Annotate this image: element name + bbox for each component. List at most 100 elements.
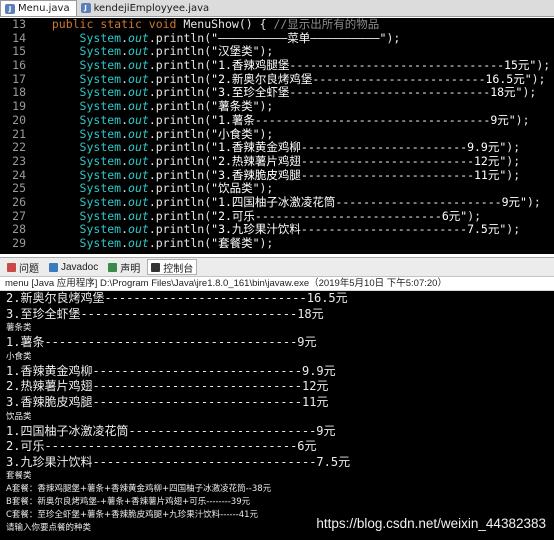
code-string: "汉堡类": [211, 44, 260, 59]
code-class: System: [79, 181, 122, 196]
code-punct: );: [531, 71, 546, 86]
code-punct: );: [536, 58, 551, 73]
code-text: System.out.println("1.薯条----------------…: [38, 112, 530, 128]
code-class: System: [79, 167, 122, 182]
code-line: 23 System.out.println("2.热辣薯片鸡翅---------…: [0, 153, 554, 169]
javadoc-icon: [49, 262, 58, 272]
code-class: System: [79, 236, 122, 250]
code-string: "2.热辣薯片鸡翅-------------------------12元": [211, 153, 507, 168]
code-method: println(: [155, 194, 212, 209]
code-class: System: [79, 99, 122, 114]
code-editor[interactable]: 13 public static void MenuShow() { //显示出…: [0, 18, 554, 254]
code-text: System.out.println("3.九珍果汁饮料------------…: [38, 222, 521, 237]
console-line: 2.可乐-----------------------------------6…: [6, 439, 317, 454]
code-punct: );: [506, 167, 521, 182]
code-punct: .: [121, 126, 129, 141]
code-method: println(: [155, 99, 212, 114]
code-line: 14 System.out.println("——————————菜单—————…: [0, 30, 554, 46]
code-punct: .: [121, 140, 129, 155]
line-number: 18: [12, 85, 26, 100]
code-class: System: [79, 222, 122, 237]
view-tab-label: 声明: [120, 263, 141, 275]
code-punct: );: [526, 194, 541, 209]
java-file-icon: J: [5, 3, 15, 14]
code-line: 15 System.out.println("汉堡类");: [0, 45, 554, 59]
code-line: 22 System.out.println("1.香辣黄金鸡柳---------…: [0, 140, 554, 155]
code-text: System.out.println("1.香辣黄金鸡柳------------…: [38, 140, 521, 155]
view-tab[interactable]: 控制台: [147, 259, 198, 275]
code-string: "薯条类": [211, 99, 260, 114]
code-field: out: [128, 140, 149, 155]
view-tab[interactable]: 声明: [105, 259, 143, 275]
code-text: System.out.println("3.香辣脆皮鸡腿------------…: [38, 167, 521, 183]
code-method: println(: [155, 181, 212, 196]
code-class: System: [79, 112, 122, 127]
declaration-icon: [108, 262, 118, 272]
code-line: 16 System.out.println("1.香辣鸡腿堡----------…: [0, 58, 554, 73]
code-punct: );: [386, 30, 401, 45]
code-punct: .: [121, 99, 129, 114]
code-punct: .: [148, 71, 156, 86]
code-punct: );: [515, 112, 530, 127]
gutter-gap: [30, 169, 38, 183]
code-punct: .: [148, 208, 156, 223]
gutter-gap: [30, 210, 38, 224]
gutter-gap: [30, 223, 38, 237]
line-number: 26: [12, 194, 26, 209]
code-class: System: [79, 140, 122, 155]
code-punct: .: [148, 44, 156, 59]
console-line: 2.热辣薯片鸡翅-----------------------------12元: [6, 379, 329, 394]
code-punct: .: [121, 181, 129, 196]
console-launch-info: menu [Java 应用程序] D:\Program Files\Java\j…: [0, 277, 554, 291]
console-output[interactable]: 2.新奥尔良烤鸡堡----------------------------16.…: [0, 291, 554, 540]
console-line: 1.四国柚子冰激凌花筒--------------------------9元: [6, 423, 336, 438]
code-punct: .: [121, 194, 129, 209]
line-number: 20: [12, 112, 26, 127]
code-method: println(: [155, 44, 212, 59]
console-icon: [151, 262, 161, 272]
code-class: System: [79, 194, 122, 209]
line-number: 21: [12, 126, 26, 141]
code-punct: .: [148, 126, 156, 141]
editor-tab-label: Menu.java: [18, 3, 70, 14]
code-method: println(: [155, 208, 212, 223]
code-line: 25 System.out.println("饮品类");: [0, 181, 554, 196]
code-keyword: public static void: [51, 18, 184, 31]
code-class: System: [79, 58, 122, 73]
line-number: 15: [12, 44, 26, 59]
code-punct: );: [506, 153, 521, 168]
editor-tab[interactable]: J Menu.java: [0, 0, 77, 16]
code-class: System: [79, 85, 122, 100]
code-string: "1.香辣鸡腿堡-------------------------------1…: [211, 58, 537, 73]
code-text: System.out.println("2.热辣薯片鸡翅------------…: [38, 153, 521, 169]
gutter-gap: [30, 18, 38, 32]
code-class: System: [79, 153, 122, 168]
line-number: 16: [12, 58, 26, 73]
code-string: "1.薯条----------------------------------9…: [211, 112, 516, 127]
code-punct: .: [148, 153, 156, 168]
line-number: 17: [12, 71, 26, 86]
code-class: System: [79, 208, 122, 223]
line-number: 22: [12, 140, 26, 155]
code-method: println(: [155, 112, 212, 127]
code-text: System.out.println("1.四国柚子冰激凌花筒---------…: [38, 194, 541, 210]
editor-tab[interactable]: JkendejiEmployyee.java: [77, 0, 216, 16]
views-tab-bar: 问题 Javadoc 声明 控制台: [0, 257, 554, 277]
code-string: "1.香辣黄金鸡柳------------------------9.9元": [211, 140, 507, 155]
code-line: 21 System.out.println("小食类");: [0, 126, 554, 142]
view-tab[interactable]: Javadoc: [46, 259, 101, 275]
code-text: System.out.println("2.新奥尔良烤鸡堡-----------…: [38, 71, 546, 87]
view-tab-label: Javadoc: [61, 261, 99, 273]
console-line: 3.香辣脆皮鸡腿-----------------------------11元: [6, 394, 329, 409]
code-punct: .: [121, 167, 129, 182]
code-punct: );: [506, 222, 521, 237]
line-number: 19: [12, 99, 26, 114]
code-method: println(: [155, 126, 212, 141]
code-punct: .: [148, 58, 156, 73]
code-text: System.out.println("小食类");: [38, 126, 274, 142]
code-string: "3.至珍全虾堡-----------------------------18元…: [211, 85, 523, 100]
view-tab[interactable]: 问题: [4, 259, 42, 275]
code-punct: .: [121, 208, 129, 223]
code-field: out: [128, 236, 149, 250]
code-text: System.out.println("汉堡类");: [38, 44, 274, 59]
